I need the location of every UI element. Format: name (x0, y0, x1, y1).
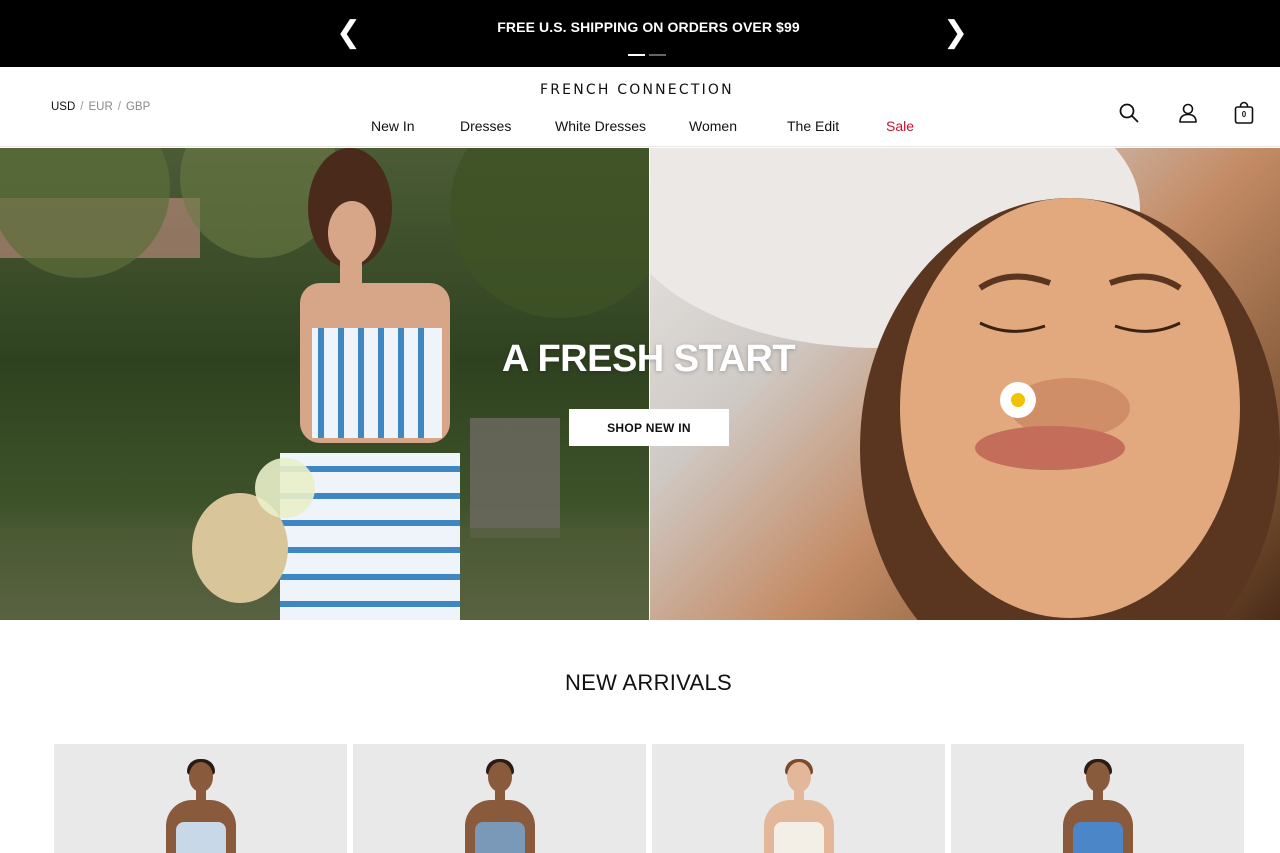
site-header: USD / EUR / GBP FRENCH CONNECTION New In… (0, 67, 1280, 147)
site-logo[interactable]: FRENCH CONNECTION (540, 82, 760, 98)
promo-message[interactable]: FREE U.S. SHIPPING ON ORDERS OVER $99 (0, 19, 1280, 35)
search-icon[interactable] (1117, 101, 1141, 125)
main-nav: New In Dresses White Dresses Women The E… (0, 118, 1280, 138)
bag-count-badge: 0 (1241, 110, 1247, 119)
nav-item-dresses[interactable]: Dresses (460, 118, 511, 134)
chevron-right-icon[interactable]: ❯ (943, 18, 968, 48)
shopping-bag-icon[interactable]: 0 (1232, 101, 1256, 125)
promo-bar: ❮ FREE U.S. SHIPPING ON ORDERS OVER $99 … (0, 0, 1280, 67)
new-arrivals-title: NEW ARRIVALS (564, 670, 732, 695)
product-card[interactable] (652, 744, 945, 853)
nav-item-women[interactable]: Women (689, 118, 737, 134)
shop-new-in-button[interactable]: SHOP NEW IN (569, 409, 729, 446)
currency-eur[interactable]: EUR (88, 101, 112, 113)
nav-item-the-edit[interactable]: The Edit (787, 118, 839, 134)
slide-indicator-1[interactable] (628, 54, 645, 56)
product-image (455, 759, 545, 853)
product-image (156, 759, 246, 853)
currency-separator: / (117, 101, 121, 113)
currency-selector: USD / EUR / GBP (51, 101, 150, 113)
product-image (1053, 759, 1143, 853)
currency-gbp[interactable]: GBP (126, 101, 150, 113)
nav-item-white-dresses[interactable]: White Dresses (555, 118, 646, 134)
product-card[interactable] (353, 744, 646, 853)
user-icon[interactable] (1176, 101, 1200, 125)
product-card[interactable] (951, 744, 1244, 853)
currency-usd[interactable]: USD (51, 101, 75, 113)
nav-item-sale[interactable]: Sale (886, 118, 914, 134)
currency-separator: / (80, 101, 84, 113)
product-card[interactable] (54, 744, 347, 853)
promo-slide-indicators (628, 54, 666, 56)
slide-indicator-2[interactable] (649, 54, 666, 56)
nav-item-new-in[interactable]: New In (371, 118, 415, 134)
hero-image-hat-model (620, 148, 1280, 620)
hero-banner[interactable]: A FRESH START SHOP NEW IN (0, 148, 1280, 620)
product-image (754, 759, 844, 853)
hero-title: A FRESH START (501, 338, 796, 380)
hero-image-garden-model (0, 148, 670, 620)
